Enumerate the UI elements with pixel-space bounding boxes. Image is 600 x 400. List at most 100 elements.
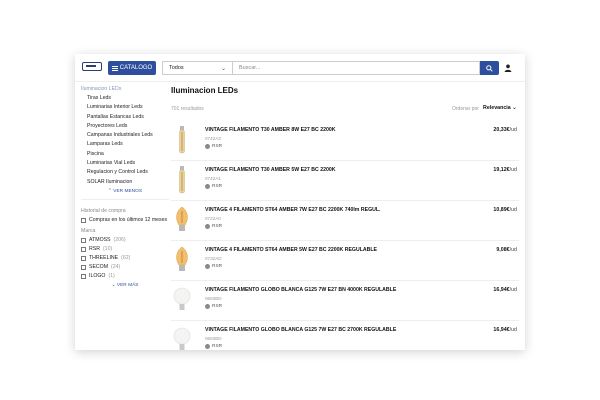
product-price: 20,33€/ud <box>493 127 517 133</box>
product-ref: 0742A1 <box>205 176 221 181</box>
search-button[interactable] <box>480 61 499 75</box>
show-less-link[interactable]: ⌃ VER MENOS <box>81 188 169 196</box>
product-image[interactable] <box>173 285 191 315</box>
category-item[interactable]: Pantallas Estancas Leds <box>81 113 169 122</box>
product-row[interactable]: VINTAGE FILAMENTO GLOBO BLANCA G125 7W E… <box>171 281 519 321</box>
search-placeholder: Buscar... <box>239 65 261 71</box>
product-row[interactable]: VINTAGE FILAMENTO T30 AMBER 8W E27 BC 22… <box>171 121 519 161</box>
product-name[interactable]: VINTAGE 4 FILAMENTO ST64 AMBER 5W E27 BC… <box>205 247 377 253</box>
product-name[interactable]: VINTAGE FILAMENTO GLOBO BLANCA G125 7W E… <box>205 327 396 333</box>
product-row[interactable]: VINTAGE FILAMENTO T30 AMBER 5W E27 BC 22… <box>171 161 519 201</box>
brand-checkbox-row[interactable]: SECOM (24) <box>81 263 169 272</box>
product-ref: 0683BD <box>205 336 222 341</box>
product-brand: RSR <box>205 344 222 349</box>
product-brand-label: RSR <box>212 304 223 309</box>
brand-logo-icon <box>205 184 210 189</box>
price-unit: /ud <box>509 327 517 333</box>
search-scope-value: Todos <box>169 65 184 71</box>
checkbox[interactable] <box>81 246 86 252</box>
product-brand: RSR <box>205 224 222 229</box>
product-brand-label: RSR <box>212 184 223 189</box>
catalog-button[interactable]: CATALOGO <box>108 61 156 75</box>
price-value: 16,94€ <box>493 287 510 293</box>
user-icon[interactable] <box>504 64 512 72</box>
brand-checkbox-row[interactable]: RSR (10) <box>81 245 169 254</box>
product-name[interactable]: VINTAGE FILAMENTO GLOBO BLANCA G125 7W E… <box>205 287 396 293</box>
category-item[interactable]: Campanas Industriales Leds <box>81 131 169 140</box>
checkbox[interactable] <box>81 237 86 243</box>
product-ref: 0742A3 <box>205 136 221 141</box>
product-image[interactable] <box>173 125 191 155</box>
show-more-link[interactable]: ⌄ VER MÁS <box>81 282 169 290</box>
top-bar: CATALOGO Todos ⌄ Buscar... <box>75 54 525 82</box>
product-name[interactable]: VINTAGE 4 FILAMENTO ST64 AMBER 7W E27 BC… <box>205 207 380 213</box>
history-checkbox-row[interactable]: Compras en los últimos 12 meses <box>81 216 169 225</box>
search-scope-select[interactable]: Todos ⌄ <box>162 61 232 75</box>
checkbox[interactable] <box>81 255 86 261</box>
product-brand-label: RSR <box>212 344 223 349</box>
category-item[interactable]: Lamparas Leds <box>81 140 169 149</box>
product-ref: 0722A0 <box>205 216 221 221</box>
product-ref: 0732AD <box>205 256 222 261</box>
product-brand-label: RSR <box>212 224 223 229</box>
price-unit: /ud <box>509 127 517 133</box>
logo[interactable] <box>82 62 102 71</box>
category-item[interactable]: Tiras Leds <box>81 94 169 103</box>
brand-checkbox-row[interactable]: ILOGO (1) <box>81 272 169 281</box>
divider <box>81 198 169 200</box>
brand-logo-icon <box>205 304 210 309</box>
menu-icon <box>111 65 118 71</box>
brand-name: ATMOSS <box>89 236 111 243</box>
product-brand: RSR <box>205 144 222 149</box>
brand-name: SECOM <box>89 263 109 270</box>
brand-checkbox-row[interactable]: THREELINE (62) <box>81 254 169 263</box>
product-row[interactable]: VINTAGE 4 FILAMENTO ST64 AMBER 5W E27 BC… <box>171 241 519 281</box>
product-row[interactable]: VINTAGE 4 FILAMENTO ST64 AMBER 7W E27 BC… <box>171 201 519 241</box>
product-image[interactable] <box>173 165 191 195</box>
price-unit: /ud <box>509 287 517 293</box>
search-icon <box>486 64 493 72</box>
product-image[interactable] <box>173 205 191 235</box>
brand-filter-head: Marca <box>81 227 96 234</box>
category-item[interactable]: Regulacion y Control Leds <box>81 168 169 177</box>
price-unit: /ud <box>509 247 517 253</box>
price-value: 9,08€ <box>496 247 510 253</box>
brand-count: (10) <box>102 245 113 252</box>
price-value: 16,94€ <box>493 327 510 333</box>
price-value: 20,33€ <box>493 127 510 133</box>
price-value: 10,89€ <box>493 207 510 213</box>
brand-logo-icon <box>205 344 210 349</box>
category-item[interactable]: Proyectores Leds <box>81 122 169 131</box>
product-image[interactable] <box>173 245 191 275</box>
sort-select[interactable]: Relevancia <box>483 105 511 111</box>
brand-checkbox-row[interactable]: ATMOSS (206) <box>81 236 169 245</box>
page-title: Iluminacion LEDs <box>171 86 239 95</box>
category-item[interactable]: Piscina <box>81 150 169 159</box>
product-price: 16,94€/ud <box>493 327 517 333</box>
product-price: 9,08€/ud <box>496 247 517 253</box>
checkbox[interactable] <box>81 264 86 270</box>
brand-count: (206) <box>113 236 126 243</box>
brand-name: THREELINE <box>89 254 119 261</box>
category-item[interactable]: SOLAR Iluminacion <box>81 178 169 187</box>
brand-count: (1) <box>108 272 115 279</box>
search-input[interactable]: Buscar... <box>232 61 480 75</box>
product-image[interactable] <box>173 325 191 350</box>
product-brand: RSR <box>205 304 222 309</box>
brand-logo-icon <box>205 264 210 269</box>
checkbox[interactable] <box>81 217 86 223</box>
category-head[interactable]: Iluminacion LEDs <box>81 86 169 92</box>
brand-count: (62) <box>121 254 131 261</box>
category-item[interactable]: Luminarias Vial Leds <box>81 159 169 168</box>
product-price: 16,94€/ud <box>493 287 517 293</box>
product-row[interactable]: VINTAGE FILAMENTO GLOBO BLANCA G125 7W E… <box>171 321 519 350</box>
checkbox[interactable] <box>81 273 86 279</box>
product-price: 19,12€/ud <box>493 167 517 173</box>
brand-name: RSR <box>89 245 100 252</box>
show-more-label: VER MÁS <box>116 282 139 288</box>
category-item[interactable]: Luminarias Interior Leds <box>81 103 169 112</box>
chevron-down-icon: ⌄ <box>220 66 226 72</box>
product-name[interactable]: VINTAGE FILAMENTO T30 AMBER 5W E27 BC 22… <box>205 167 335 173</box>
product-name[interactable]: VINTAGE FILAMENTO T30 AMBER 8W E27 BC 22… <box>205 127 335 133</box>
chevron-down-icon[interactable]: ⌄ <box>512 104 517 111</box>
